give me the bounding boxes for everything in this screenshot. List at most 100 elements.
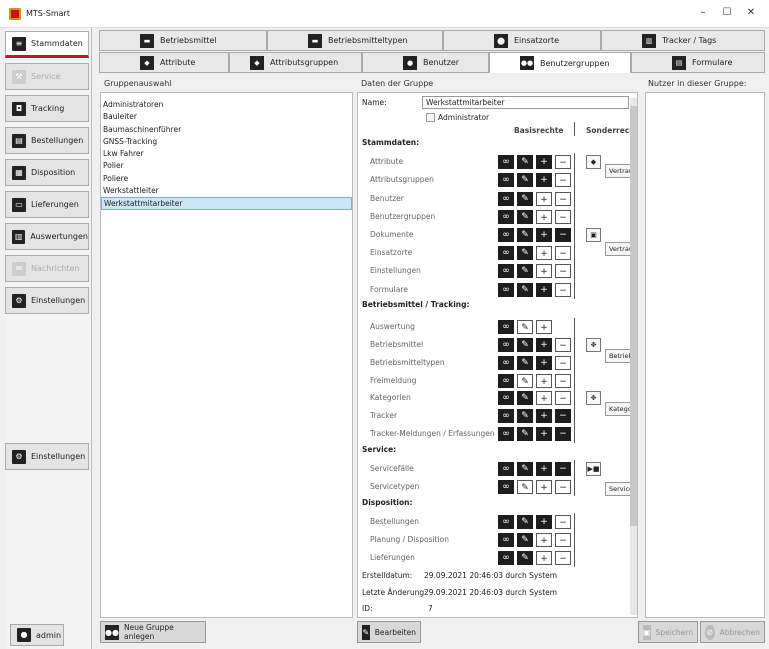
read-permission-toggle[interactable]: ∞: [498, 264, 514, 278]
delete-permission-toggle[interactable]: −: [555, 515, 571, 529]
delete-permission-toggle[interactable]: −: [555, 374, 571, 388]
special-permission-toggle[interactable]: ◆: [586, 155, 601, 169]
write-permission-toggle[interactable]: ✎: [517, 356, 533, 370]
special-permission-toggle[interactable]: ▣: [586, 228, 601, 242]
tab-benutzergruppen[interactable]: ●● Benutzergruppen: [489, 52, 631, 73]
read-permission-toggle[interactable]: ∞: [498, 228, 514, 242]
create-permission-toggle[interactable]: +: [536, 462, 552, 476]
group-list-item[interactable]: Administratoren: [101, 99, 352, 111]
delete-permission-toggle[interactable]: −: [555, 246, 571, 260]
delete-permission-toggle[interactable]: −: [555, 533, 571, 547]
admin-checkbox[interactable]: [426, 113, 435, 122]
tab-attribute[interactable]: ◆ Attribute: [99, 52, 229, 73]
sidebar-item-nachrichten[interactable]: ✉ Nachrichten: [5, 255, 89, 282]
create-permission-toggle[interactable]: +: [536, 480, 552, 494]
sidebar-item-service[interactable]: ⚒ Service: [5, 63, 89, 90]
tab-tracker-tags[interactable]: ▥ Tracker / Tags: [601, 30, 765, 51]
write-permission-toggle[interactable]: ✎: [517, 391, 533, 405]
delete-permission-toggle[interactable]: −: [555, 283, 571, 297]
delete-permission-toggle[interactable]: −: [555, 427, 571, 441]
write-permission-toggle[interactable]: ✎: [517, 155, 533, 169]
read-permission-toggle[interactable]: ∞: [498, 427, 514, 441]
sidebar-item-tracking[interactable]: ◘ Tracking: [5, 95, 89, 122]
delete-permission-toggle[interactable]: −: [555, 228, 571, 242]
read-permission-toggle[interactable]: ∞: [498, 409, 514, 423]
tab-formulare[interactable]: ▤ Formulare: [631, 52, 765, 73]
create-permission-toggle[interactable]: +: [536, 427, 552, 441]
delete-permission-toggle[interactable]: −: [555, 155, 571, 169]
group-list-item[interactable]: Werkstattmitarbeiter: [101, 197, 352, 210]
write-permission-toggle[interactable]: ✎: [517, 246, 533, 260]
sidebar-item-disposition[interactable]: ▦ Disposition: [5, 159, 89, 186]
delete-permission-toggle[interactable]: −: [555, 173, 571, 187]
special-permission-toggle[interactable]: ▶■: [586, 462, 601, 476]
special-permission-toggle[interactable]: ✥: [586, 338, 601, 352]
delete-permission-toggle[interactable]: −: [555, 264, 571, 278]
read-permission-toggle[interactable]: ∞: [498, 338, 514, 352]
read-permission-toggle[interactable]: ∞: [498, 374, 514, 388]
read-permission-toggle[interactable]: ∞: [498, 320, 514, 334]
delete-permission-toggle[interactable]: −: [555, 338, 571, 352]
write-permission-toggle[interactable]: ✎: [517, 338, 533, 352]
tab-betriebsmitteltypen[interactable]: ▬ Betriebsmitteltypen: [267, 30, 443, 51]
close-button[interactable]: ✕: [740, 4, 762, 22]
delete-permission-toggle[interactable]: −: [555, 210, 571, 224]
read-permission-toggle[interactable]: ∞: [498, 480, 514, 494]
delete-permission-toggle[interactable]: −: [555, 391, 571, 405]
create-permission-toggle[interactable]: +: [536, 391, 552, 405]
create-permission-toggle[interactable]: +: [536, 192, 552, 206]
sidebar-item-stammdaten[interactable]: ≡ Stammdaten: [5, 31, 89, 58]
maximize-button[interactable]: ☐: [716, 4, 738, 22]
write-permission-toggle[interactable]: ✎: [517, 320, 533, 334]
read-permission-toggle[interactable]: ∞: [498, 551, 514, 565]
user-button[interactable]: ● admin: [10, 624, 64, 646]
tab-attributsgruppen[interactable]: ◆ Attributsgruppen: [229, 52, 362, 73]
create-permission-toggle[interactable]: +: [536, 551, 552, 565]
write-permission-toggle[interactable]: ✎: [517, 228, 533, 242]
group-list-item[interactable]: Werkstattleiter: [101, 185, 352, 197]
create-permission-toggle[interactable]: +: [536, 533, 552, 547]
write-permission-toggle[interactable]: ✎: [517, 173, 533, 187]
group-list-item[interactable]: Lkw Fahrer: [101, 148, 352, 160]
details-scrollbar-thumb[interactable]: [630, 106, 637, 526]
write-permission-toggle[interactable]: ✎: [517, 374, 533, 388]
sidebar-item-bestellungen[interactable]: ▤ Bestellungen: [5, 127, 89, 154]
delete-permission-toggle[interactable]: −: [555, 356, 571, 370]
new-group-button[interactable]: ●● Neue Gruppe anlegen: [100, 621, 206, 643]
read-permission-toggle[interactable]: ∞: [498, 391, 514, 405]
read-permission-toggle[interactable]: ∞: [498, 173, 514, 187]
cancel-button[interactable]: ⊘ Abbrechen: [700, 621, 765, 643]
write-permission-toggle[interactable]: ✎: [517, 192, 533, 206]
delete-permission-toggle[interactable]: −: [555, 192, 571, 206]
sidebar-settings-button[interactable]: ⚙ Einstellungen: [5, 443, 89, 470]
delete-permission-toggle[interactable]: −: [555, 462, 571, 476]
name-field[interactable]: Werkstattmitarbeiter: [422, 96, 629, 109]
edit-button[interactable]: ✎ Bearbeiten: [357, 621, 421, 643]
sidebar-item-lieferungen[interactable]: ▭ Lieferungen: [5, 191, 89, 218]
read-permission-toggle[interactable]: ∞: [498, 515, 514, 529]
read-permission-toggle[interactable]: ∞: [498, 210, 514, 224]
sidebar-item-einstellungen[interactable]: ⚙ Einstellungen: [5, 287, 89, 314]
create-permission-toggle[interactable]: +: [536, 155, 552, 169]
delete-permission-toggle[interactable]: −: [555, 551, 571, 565]
create-permission-toggle[interactable]: +: [536, 320, 552, 334]
create-permission-toggle[interactable]: +: [536, 515, 552, 529]
create-permission-toggle[interactable]: +: [536, 228, 552, 242]
create-permission-toggle[interactable]: +: [536, 356, 552, 370]
write-permission-toggle[interactable]: ✎: [517, 283, 533, 297]
create-permission-toggle[interactable]: +: [536, 173, 552, 187]
write-permission-toggle[interactable]: ✎: [517, 515, 533, 529]
group-list-item[interactable]: Baumaschinenführer: [101, 124, 352, 136]
group-list-item[interactable]: GNSS-Tracking: [101, 136, 352, 148]
read-permission-toggle[interactable]: ∞: [498, 533, 514, 547]
minimize-button[interactable]: –: [692, 4, 714, 22]
group-list-item[interactable]: Bauleiter: [101, 111, 352, 123]
create-permission-toggle[interactable]: +: [536, 338, 552, 352]
write-permission-toggle[interactable]: ✎: [517, 533, 533, 547]
tab-betriebsmittel[interactable]: ▬ Betriebsmittel: [99, 30, 267, 51]
read-permission-toggle[interactable]: ∞: [498, 155, 514, 169]
read-permission-toggle[interactable]: ∞: [498, 246, 514, 260]
save-button[interactable]: ▣ Speichern: [638, 621, 698, 643]
group-list-item[interactable]: Poliere: [101, 173, 352, 185]
write-permission-toggle[interactable]: ✎: [517, 462, 533, 476]
